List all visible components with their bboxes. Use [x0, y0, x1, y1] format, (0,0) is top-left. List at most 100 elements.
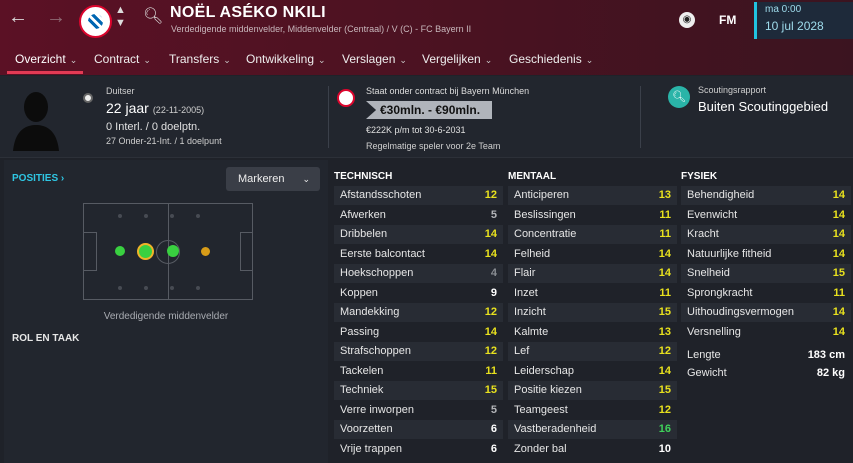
attribute-row[interactable]: Strafschoppen 12 — [334, 342, 503, 361]
position-dot-dm-natural[interactable] — [137, 243, 154, 260]
pitch-line — [84, 270, 96, 271]
back-arrow-icon[interactable]: ← — [8, 6, 28, 29]
attribute-row[interactable]: Zonder bal 10 — [508, 440, 677, 459]
tab-geschiedenis[interactable]: Geschiedenis ⌄ — [509, 45, 593, 73]
attribute-row[interactable]: Beslissingen 11 — [508, 206, 677, 225]
globe-icon[interactable]: ◉ — [679, 12, 695, 28]
attribute-row[interactable]: Koppen 9 — [334, 284, 503, 303]
attribute-name: Inzicht — [514, 306, 546, 318]
attribute-value: 15 — [658, 306, 671, 318]
attribute-row[interactable]: Sprongkracht 11 — [681, 284, 851, 303]
position-dot-mc[interactable] — [167, 245, 179, 257]
attribute-row[interactable]: Behendigheid 14 — [681, 186, 851, 205]
position-dot — [118, 214, 122, 218]
club-badge[interactable] — [79, 5, 112, 38]
attribute-value: 13 — [658, 189, 671, 201]
chevron-down-icon: ⌄ — [302, 174, 310, 184]
attribute-row[interactable]: Flair 14 — [508, 264, 677, 283]
date-of-birth: (22-11-2005) — [152, 105, 205, 115]
chevron-down-icon: ⌄ — [399, 55, 407, 65]
attribute-row[interactable]: Uithoudingsvermogen 14 — [681, 303, 851, 322]
tab-transfers[interactable]: Transfers ⌄ — [169, 45, 231, 73]
search-icon[interactable]: 🔍︎ — [143, 6, 163, 26]
tab-contract[interactable]: Contract ⌄ — [94, 45, 151, 73]
international-caps: 0 Interl. / 0 doelptn. — [106, 121, 201, 133]
positions-link[interactable]: POSITIES › — [12, 173, 64, 184]
attribute-row[interactable]: Evenwicht 14 — [681, 206, 851, 225]
attribute-value: 9 — [490, 286, 497, 299]
attribute-value: 14 — [832, 208, 845, 221]
date-time-box[interactable]: ma 0:00 10 jul 2028 — [754, 2, 853, 39]
position-pitch — [83, 203, 253, 300]
attribute-name: Sprongkracht — [687, 286, 753, 299]
tab-ontwikkeling[interactable]: Ontwikkeling ⌄ — [246, 45, 326, 73]
attribute-name: Koppen — [340, 286, 378, 299]
scouting-search-icon[interactable]: 🔍︎ — [668, 86, 690, 108]
pitch-line — [240, 270, 252, 271]
positions-panel: POSITIES › Markeren ⌄ Verdedigende midden… — [4, 160, 328, 463]
role-heading: ROL EN TAAK — [12, 333, 80, 344]
attribute-row[interactable]: Inzicht 15 — [508, 303, 677, 322]
transfer-value-tag: €30mln. - €90mln. — [366, 101, 492, 119]
attribute-value: 5 — [490, 403, 497, 416]
attribute-value: 11 — [659, 286, 671, 299]
tab-overzicht[interactable]: Overzicht ⌄ — [15, 45, 77, 73]
attribute-row[interactable]: Positie kiezen 15 — [508, 381, 677, 400]
attribute-name: Zonder bal — [514, 442, 567, 455]
attribute-row[interactable]: Anticiperen 13 — [508, 186, 677, 205]
attribute-row[interactable]: Kracht 14 — [681, 225, 851, 244]
attribute-name: Concentratie — [514, 228, 577, 240]
attribute-row[interactable]: Concentratie 11 — [508, 225, 677, 244]
position-dot-amc[interactable] — [201, 247, 210, 256]
attribute-row[interactable]: Voorzetten 6 — [334, 420, 503, 439]
chevron-down-icon: ⌄ — [318, 55, 326, 65]
attribute-name: Lef — [514, 345, 530, 357]
position-dot-dc[interactable] — [115, 246, 125, 256]
markeren-dropdown[interactable]: Markeren ⌄ — [226, 167, 320, 191]
attribute-row[interactable]: Vastberadenheid 16 — [508, 420, 677, 439]
attribute-row[interactable]: Techniek 15 — [334, 381, 503, 400]
attribute-row[interactable]: Mandekking 12 — [334, 303, 503, 322]
position-dot — [170, 214, 174, 218]
attribute-value: 11 — [485, 364, 497, 377]
fm-logo[interactable]: FM — [719, 13, 736, 27]
player-switch-icon[interactable]: ▲ ▼ — [115, 4, 126, 30]
player-positions: Verdedigende middenvelder, Middenvelder … — [171, 24, 472, 34]
contract-club-badge[interactable] — [337, 89, 355, 107]
attribute-row[interactable]: Teamgeest 12 — [508, 401, 677, 420]
attribute-row[interactable]: Kalmte 13 — [508, 323, 677, 342]
attribute-row[interactable]: Felheid 14 — [508, 245, 677, 264]
attribute-row[interactable]: Passing 14 — [334, 323, 503, 342]
attribute-name: Positie kiezen — [514, 384, 582, 396]
tab-vergelijken[interactable]: Vergelijken ⌄ — [422, 45, 492, 73]
attribute-row[interactable]: Afstandsschoten 12 — [334, 186, 503, 205]
attribute-row[interactable]: Dribbelen 14 — [334, 225, 503, 244]
attribute-row[interactable]: Verre inworpen 5 — [334, 401, 503, 420]
attribute-row[interactable]: Eerste balcontact 14 — [334, 245, 503, 264]
tab-label: Transfers — [169, 52, 220, 66]
attribute-value: 14 — [832, 228, 845, 240]
game-date: 10 jul 2028 — [765, 19, 824, 33]
attribute-name: Dribbelen — [340, 228, 388, 240]
active-tab-indicator — [7, 71, 83, 74]
attribute-name: Vrije trappen — [340, 442, 402, 455]
attribute-row[interactable]: Inzet 11 — [508, 284, 677, 303]
attribute-name: Strafschoppen — [340, 345, 411, 357]
tab-verslagen[interactable]: Verslagen ⌄ — [342, 45, 407, 73]
attribute-row[interactable]: Snelheid 15 — [681, 264, 851, 283]
gewicht-label: Gewicht — [687, 367, 727, 379]
attribute-row[interactable]: Afwerken 5 — [334, 206, 503, 225]
position-label: Verdedigende middenvelder — [103, 311, 229, 322]
attribute-row[interactable]: Tackelen 11 — [334, 362, 503, 381]
attribute-row[interactable]: Natuurlijke fitheid 14 — [681, 245, 851, 264]
attribute-row[interactable]: Leiderschap 14 — [508, 362, 677, 381]
attribute-row[interactable]: Versnelling 14 — [681, 323, 851, 342]
attribute-value: 14 — [484, 247, 497, 260]
attribute-value: 14 — [832, 306, 845, 318]
gewicht-row: Gewicht 82 kg — [681, 364, 851, 382]
attribute-name: Afstandsschoten — [340, 189, 422, 201]
attribute-row[interactable]: Hoekschoppen 4 — [334, 264, 503, 283]
attribute-row[interactable]: Vrije trappen 6 — [334, 440, 503, 459]
forward-arrow-icon[interactable]: → — [46, 6, 66, 29]
attribute-row[interactable]: Lef 12 — [508, 342, 677, 361]
